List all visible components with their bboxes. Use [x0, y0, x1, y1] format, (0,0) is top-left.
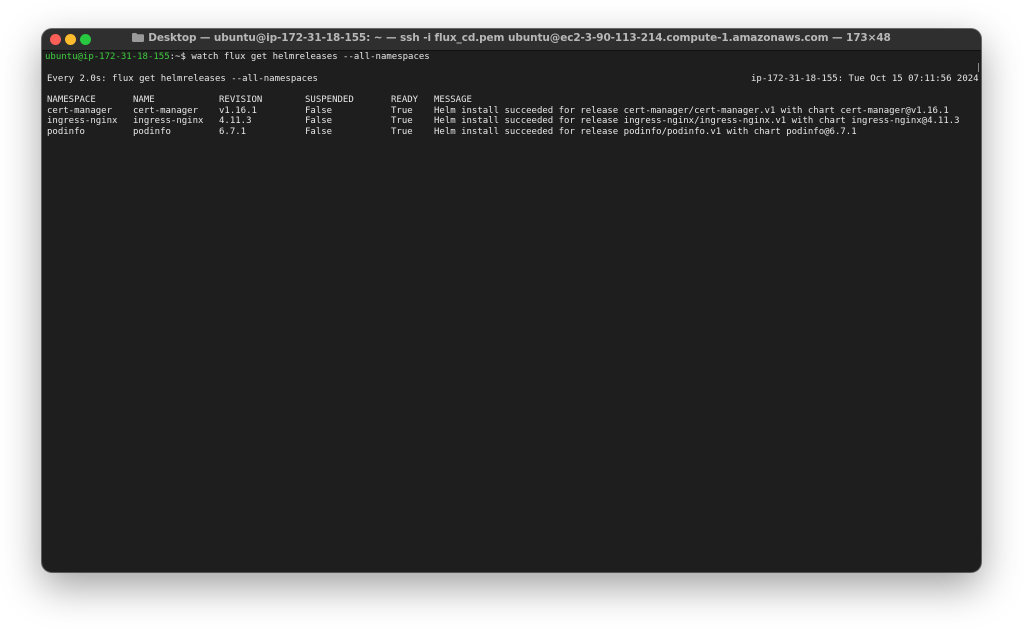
- watch-header-left: Every 2.0s: flux get helmreleases --all-…: [47, 73, 318, 84]
- row-ready: True: [391, 116, 413, 127]
- row-message: Helm install succeeded for release cert-…: [434, 105, 949, 116]
- watch-header-right: ip-172-31-18-155: Tue Oct 15 07:11:56 20…: [751, 73, 979, 84]
- window-title: Desktop — ubuntu@ip-172-31-18-155: ~ — s…: [148, 32, 891, 44]
- column-header-suspended: SUSPENDED: [305, 95, 354, 105]
- table-row: podinfo podinfo 6.7.1 False True Helm in…: [47, 127, 967, 138]
- row-revision: 6.7.1: [219, 127, 247, 138]
- prompt-suffix: :~$: [169, 52, 192, 62]
- row-revision: v1.16.1: [219, 105, 257, 116]
- row-namespace: podinfo: [47, 127, 85, 138]
- row-name: podinfo: [133, 127, 171, 138]
- row-ready: True: [391, 127, 413, 138]
- table-row: cert-manager cert-manager v1.16.1 False …: [47, 106, 967, 117]
- terminal-content[interactable]: ubuntu@ip-172-31-18-155:~$ watch flux ge…: [45, 51, 981, 572]
- title-bar[interactable]: Desktop — ubuntu@ip-172-31-18-155: ~ — s…: [42, 29, 981, 51]
- table-row: ingress-nginx ingress-nginx 4.11.3 False…: [47, 116, 967, 127]
- row-namespace: ingress-nginx: [47, 116, 118, 127]
- column-header-name: NAME: [133, 95, 155, 105]
- row-name: cert-manager: [133, 105, 199, 116]
- folder-icon: [132, 33, 145, 42]
- scroll-indicator[interactable]: [978, 63, 979, 72]
- row-name: ingress-nginx: [133, 116, 204, 127]
- row-namespace: cert-manager: [47, 105, 113, 116]
- column-header-revision: REVISION: [219, 95, 263, 105]
- row-suspended: False: [305, 127, 333, 138]
- prompt-line: ubuntu@ip-172-31-18-155:~$ watch flux ge…: [45, 52, 430, 63]
- column-header-ready: READY: [391, 95, 419, 105]
- row-suspended: False: [305, 116, 333, 127]
- terminal-window: Desktop — ubuntu@ip-172-31-18-155: ~ — s…: [42, 29, 981, 572]
- row-revision: 4.11.3: [219, 116, 252, 127]
- table-header: NAMESPACE NAME REVISION SUSPENDED READY …: [47, 95, 967, 106]
- column-header-message: MESSAGE: [434, 95, 472, 105]
- row-ready: True: [391, 105, 413, 116]
- row-suspended: False: [305, 105, 333, 116]
- prompt-user-host: ubuntu@ip-172-31-18-155: [45, 52, 170, 62]
- command-text: watch flux get helmreleases --all-namesp…: [191, 52, 430, 62]
- window-title-container: Desktop — ubuntu@ip-172-31-18-155: ~ — s…: [42, 32, 981, 44]
- row-message: Helm install succeeded for release ingre…: [434, 116, 960, 127]
- row-message: Helm install succeeded for release podin…: [434, 127, 857, 138]
- column-header-namespace: NAMESPACE: [47, 95, 96, 105]
